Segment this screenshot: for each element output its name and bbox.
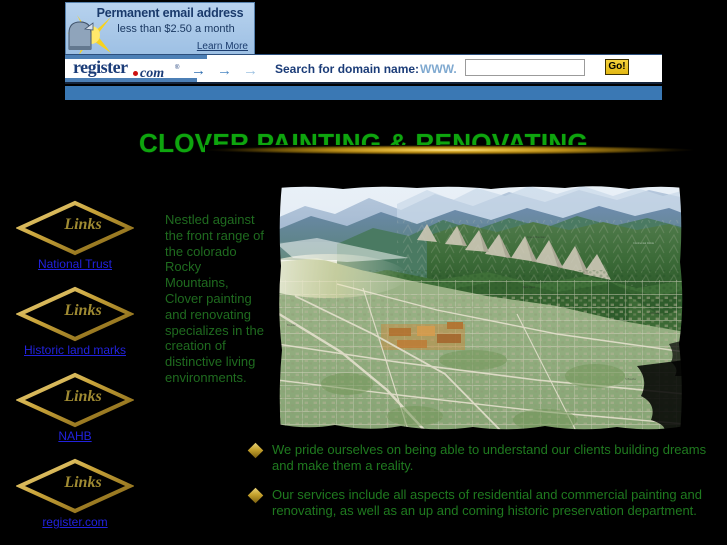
arrow-right-icon-1: → — [191, 62, 206, 79]
domain-search-input[interactable] — [465, 59, 585, 76]
links-diamond-icon: Links — [16, 286, 134, 342]
promo-headline: Permanent email address — [96, 6, 244, 20]
go-button[interactable]: Go! — [605, 59, 629, 75]
sidebar-item-nahb[interactable]: Links NAHB — [0, 372, 150, 458]
www-prefix-label: WWW. — [420, 62, 457, 76]
sidebar-link-register-com[interactable]: register.com — [0, 515, 150, 529]
diamond-bullet-icon — [247, 487, 264, 504]
services-bullet-list: We pride ourselves on being able to unde… — [247, 442, 718, 532]
email-promo-panel[interactable]: Permanent email address less than $2.50 … — [65, 2, 255, 56]
register-com-suffix: com — [140, 66, 165, 81]
bullet-text: We pride ourselves on being able to unde… — [272, 442, 707, 473]
svg-text:Green Mountain: Green Mountain — [527, 235, 546, 239]
gold-divider — [205, 145, 695, 155]
register-wordmark: register — [73, 57, 128, 77]
links-diamond-icon: Links — [16, 458, 134, 514]
list-item: We pride ourselves on being able to unde… — [247, 442, 718, 474]
links-badge-label: Links — [64, 216, 102, 233]
learn-more-link[interactable]: Learn More — [197, 41, 248, 52]
sidebar-link-national-trust[interactable]: National Trust — [0, 257, 150, 271]
sidebar-link-nahb[interactable]: NAHB — [0, 429, 150, 443]
bullet-text: Our services include all aspects of resi… — [272, 487, 702, 518]
promo-subtext: less than $2.50 a month — [117, 23, 235, 35]
links-badge-label: Links — [64, 388, 102, 405]
svg-text:S Boulder: S Boulder — [625, 377, 637, 381]
sidebar-item-national-trust[interactable]: Links National Trust — [0, 200, 150, 286]
links-diamond-icon: Links — [16, 200, 134, 256]
register-trademark-symbol: ® — [175, 65, 180, 71]
diamond-bullet-icon — [247, 442, 264, 459]
domain-search-label: Search for domain name: — [275, 62, 420, 76]
register-com-ad-banner[interactable]: Permanent email address less than $2.50 … — [65, 0, 662, 100]
arrow-right-icon-2: → — [217, 62, 232, 79]
register-search-strip: register com ® → → → Search for domain n… — [65, 54, 662, 84]
intro-paragraph: Nestled against the front range of the c… — [165, 212, 265, 385]
boulder-colorado-aerial-photo: Green Mountain Bear Peak Boulder Eldorad… — [277, 184, 685, 433]
svg-text:Boulder: Boulder — [287, 323, 296, 327]
links-badge-label: Links — [64, 302, 102, 319]
svg-text:Bear Peak: Bear Peak — [523, 285, 536, 289]
sidebar-item-historic-land-marks[interactable]: Links Historic land marks — [0, 286, 150, 372]
arrow-right-icon-3: → — [243, 62, 258, 79]
register-red-dot — [133, 71, 138, 76]
sidebar-item-register-com[interactable]: Links register.com — [0, 458, 150, 544]
ad-blue-footer-bar — [65, 86, 662, 100]
links-badge-label: Links — [64, 474, 102, 491]
list-item: Our services include all aspects of resi… — [247, 487, 718, 519]
svg-text:Eldorado: Eldorado — [649, 311, 660, 315]
links-diamond-icon: Links — [16, 372, 134, 428]
sidebar-link-historic-land-marks[interactable]: Historic land marks — [0, 343, 150, 357]
links-sidebar: Links National Trust Links Historic land… — [0, 200, 150, 544]
svg-text:Continental Divide: Continental Divide — [633, 241, 655, 245]
